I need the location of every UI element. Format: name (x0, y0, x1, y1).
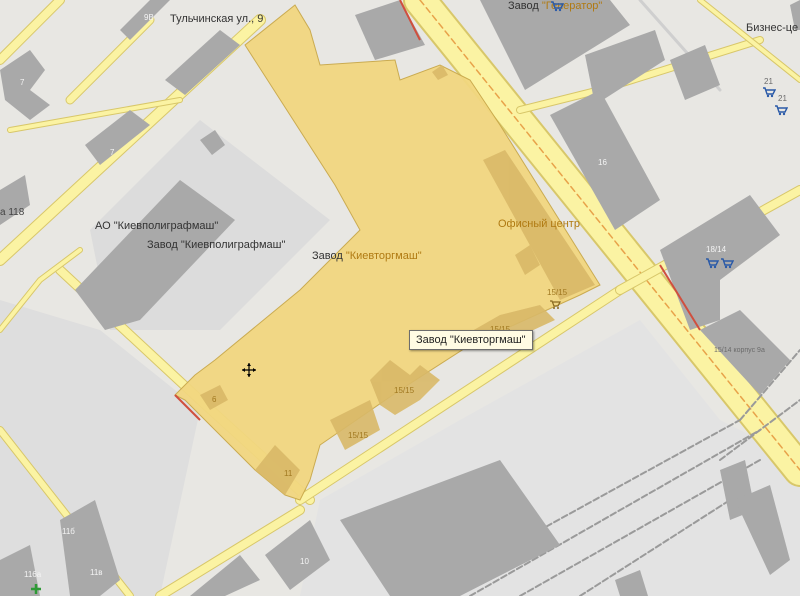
poi-label-zavod-kievpoligrafmash[interactable]: Завод "Киевполиграфмаш" (147, 239, 285, 251)
street-label-tulchynska: Тульчинская ул., 9 (170, 13, 264, 25)
house-number: 15/15 (348, 431, 369, 440)
move-cursor-icon (242, 363, 256, 377)
house-number: 21 (778, 94, 787, 103)
house-number: 15/14 корпус 9а (714, 347, 765, 354)
house-number: а 118 (0, 207, 25, 218)
map-viewport[interactable]: Тульчинская ул., 9 Бизнес-це Завод "Гене… (0, 0, 800, 596)
shopping-cart-icon[interactable] (550, 0, 564, 12)
house-number: 7 (20, 78, 25, 87)
poi-label-zavod-kievtorgmash-prefix: Завод (312, 250, 346, 262)
house-number: 7 (110, 148, 115, 157)
house-number: 9В (144, 13, 154, 22)
shopping-cart-icon[interactable] (762, 86, 776, 98)
plus-marker-icon[interactable] (30, 583, 42, 595)
house-number: 10 (300, 557, 309, 566)
house-number: 21 (764, 77, 773, 86)
poi-label-ao-kievpoligrafmash[interactable]: АО "Киевполиграфмаш" (95, 220, 218, 232)
house-number: 11б (62, 527, 75, 536)
house-number: 15/15 (547, 288, 568, 297)
house-number: 11 (284, 469, 293, 478)
shopping-cart-icon[interactable] (774, 104, 788, 116)
house-number: 15/15 (394, 386, 415, 395)
shopping-cart-icon[interactable] (720, 257, 734, 269)
house-number: 16 (598, 158, 607, 167)
street-label-business-center: Бизнес-це (746, 22, 799, 34)
poi-label-zavod-generator-prefix: Завод (508, 0, 542, 12)
house-number: 116а (24, 570, 42, 579)
house-number: 6 (212, 395, 217, 404)
poi-label-zavod-kievtorgmash-name: "Киевторгмаш" (345, 250, 422, 262)
house-number: 18/14 (706, 245, 727, 254)
shopping-cart-icon[interactable] (549, 299, 561, 309)
map-tooltip: Завод "Киевторгмаш" (409, 330, 533, 350)
house-number: 11в (90, 568, 103, 577)
poi-label-office-center[interactable]: Офисный центр (498, 218, 580, 230)
poi-label-zavod-kievtorgmash[interactable]: Завод "Киевторгмаш" (312, 250, 422, 262)
map-base-layer (0, 0, 800, 596)
shopping-cart-icon[interactable] (705, 257, 719, 269)
